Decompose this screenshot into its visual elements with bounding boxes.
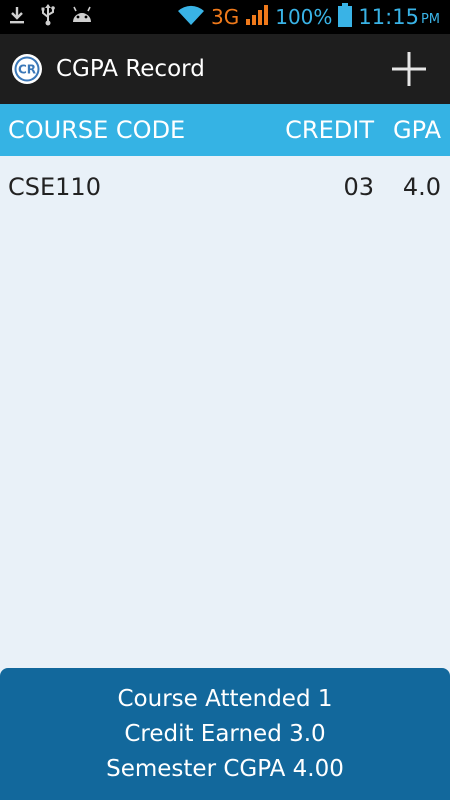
wifi-icon [177, 4, 205, 30]
clock-ampm: PM [420, 11, 440, 27]
semester-cgpa-text: Semester CGPA 4.00 [106, 756, 344, 782]
course-code-cell: CSE110 [8, 173, 101, 201]
table-row[interactable]: CSE110 03 4.0 [0, 156, 450, 218]
credit-cell: 03 [343, 173, 374, 201]
course-list: CSE110 03 4.0 [0, 156, 450, 218]
column-header-credit: CREDIT [285, 116, 374, 144]
network-type: 3G [210, 5, 240, 29]
action-bar: CR CGPA Record [0, 34, 450, 104]
status-bar-system: 3G 100% 11:15 PM [177, 0, 440, 34]
credit-earned-text: Credit Earned 3.0 [124, 721, 326, 747]
battery-icon [338, 3, 353, 31]
app-title: CGPA Record [56, 56, 205, 82]
add-course-button[interactable] [390, 50, 428, 88]
app-logo-icon: CR [11, 53, 43, 85]
summary-content: Course Attended 1 Credit Earned 3.0 Seme… [0, 682, 450, 787]
status-bar: 3G 100% 11:15 PM [0, 0, 450, 34]
course-attended-text: Course Attended 1 [117, 686, 333, 712]
android-debug-icon [70, 6, 94, 28]
app-logo-text: CR [18, 63, 36, 77]
battery-percent: 100% [275, 5, 333, 29]
gpa-cell: 4.0 [402, 173, 441, 201]
column-header-gpa: GPA [393, 116, 441, 144]
table-header: COURSE CODE CREDIT GPA [0, 104, 450, 156]
download-icon [8, 5, 26, 29]
usb-icon [40, 4, 56, 30]
status-bar-notifications [8, 0, 94, 34]
plus-icon [392, 52, 426, 86]
clock: 11:15 PM [358, 5, 440, 29]
screen: 3G 100% 11:15 PM CR CGPA Record COURSE C… [0, 0, 450, 800]
clock-time: 11:15 [358, 5, 419, 29]
summary-panel: Course Attended 1 Credit Earned 3.0 Seme… [0, 668, 450, 800]
column-header-course-code: COURSE CODE [8, 116, 186, 144]
signal-icon [245, 4, 269, 30]
